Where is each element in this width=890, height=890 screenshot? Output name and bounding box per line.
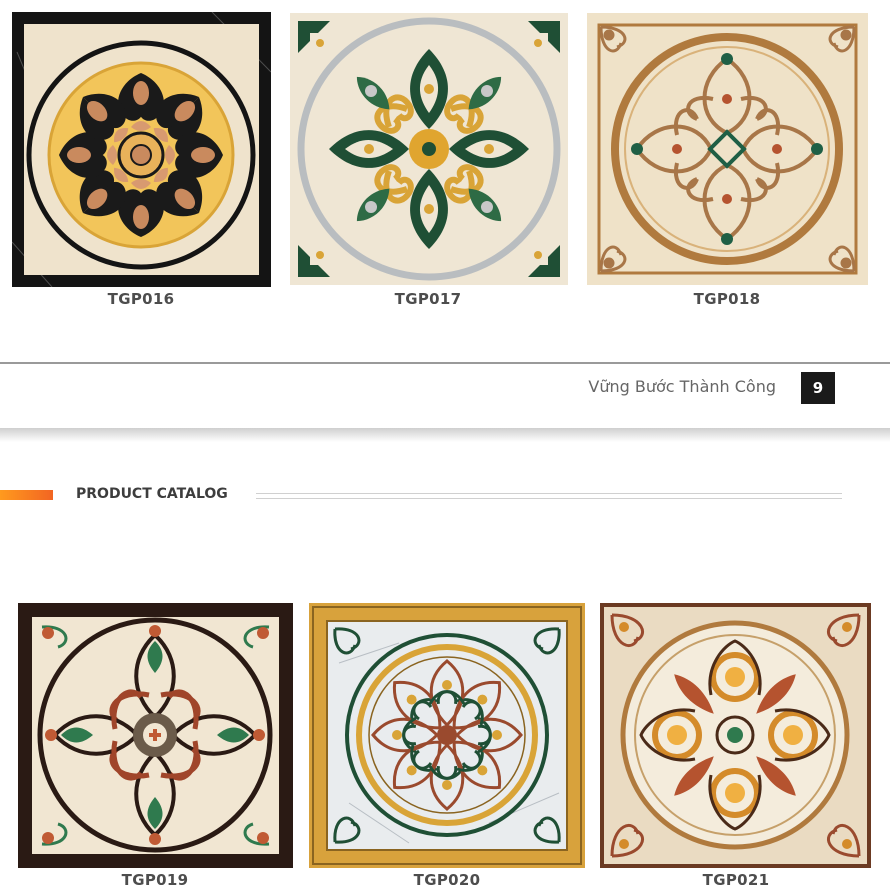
medallion-tile-tgp021 [600,603,871,868]
section-title-rule [256,493,842,499]
page-footer [0,362,890,434]
product-image-tgp018 [587,13,868,285]
medallion-tile-tgp017 [290,13,568,285]
product-code: TGP019 [121,871,189,889]
product-image-tgp019 [18,603,293,868]
product-code: TGP021 [702,871,770,889]
medallion-tile-tgp018 [587,13,868,285]
medallion-tile-tgp019 [18,603,293,868]
medallion-tile-tgp016 [12,12,271,287]
section-accent-bar [0,490,53,500]
product-image-tgp021 [600,603,871,868]
medallion-tile-tgp020 [309,603,585,868]
page-number: 9 [801,372,835,404]
footer-slogan: Vững Bước Thành Công [588,377,776,396]
product-code: TGP017 [394,290,462,308]
product-image-tgp017 [290,13,568,285]
product-code: TGP020 [413,871,481,889]
product-image-tgp020 [309,603,585,868]
product-image-tgp016 [12,12,271,287]
product-code: TGP016 [107,290,175,308]
page-divider [0,428,890,442]
product-code: TGP018 [693,290,761,308]
section-title: PRODUCT CATALOG [76,486,228,502]
